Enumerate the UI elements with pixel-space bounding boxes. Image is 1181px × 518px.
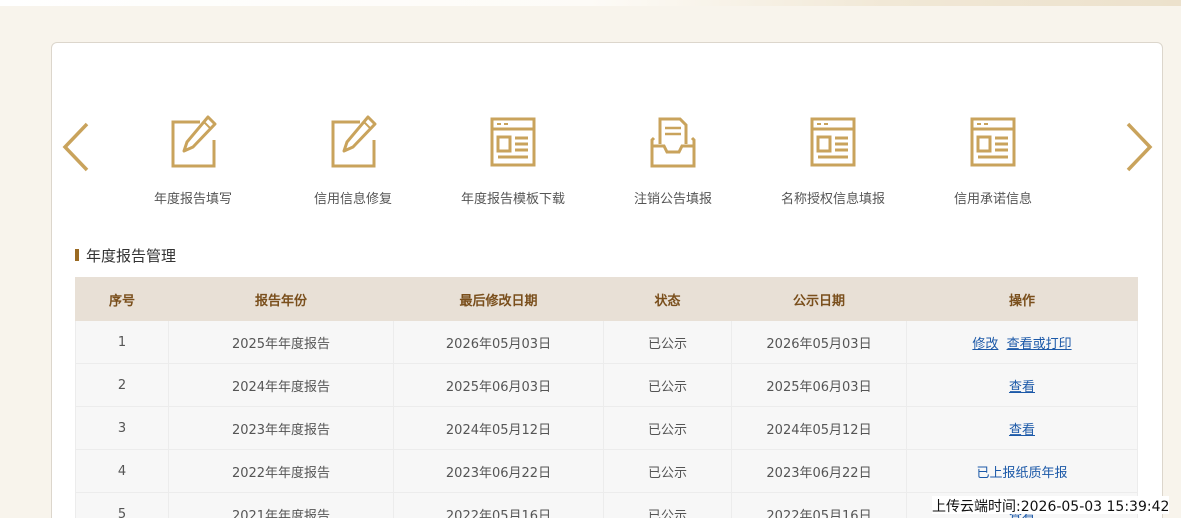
edit-document-icon [328,114,378,170]
feature-template-download[interactable]: 年度报告模板下载 [433,114,593,214]
feature-label: 年度报告填写 [153,192,232,207]
cell-status: 已公示 [603,363,732,407]
table-row: 4 2022年年度报告 2023年06月22日 已公示 2023年06月22日 … [75,449,1138,493]
cell-status: 已公示 [603,320,732,364]
feature-annual-report-fill[interactable]: 年度报告填写 [113,114,273,214]
column-header-published: 公示日期 [731,277,907,321]
upload-timestamp: 上传云端时间:2026-05-03 15:39:42 [932,496,1170,515]
view-link[interactable]: 查看 [1009,380,1035,395]
feature-name-authorization[interactable]: 名称授权信息填报 [753,114,913,214]
column-header-index: 序号 [75,277,169,321]
cell-actions: 已上报纸质年报 [906,449,1138,493]
feature-label: 注销公告填报 [633,192,712,207]
feature-credit-repair[interactable]: 信用信息修复 [273,114,433,214]
feature-label: 信用信息修复 [313,192,392,207]
section-heading: 年度报告管理 [75,245,176,265]
cell-year: 2024年年度报告 [168,363,394,407]
view-link[interactable]: 查看 [1009,423,1035,438]
feature-label: 信用承诺信息 [953,192,1032,207]
edit-link[interactable]: 修改 [972,337,998,352]
cell-actions: 查看 [906,363,1138,407]
table-row: 1 2025年年度报告 2026年05月03日 已公示 2026年05月03日 … [75,320,1138,364]
cell-year: 2022年年度报告 [168,449,394,493]
feature-label: 年度报告模板下载 [460,192,565,207]
column-header-status: 状态 [603,277,732,321]
cell-modified: 2026年05月03日 [393,320,604,364]
table-row: 2 2024年年度报告 2025年06月03日 已公示 2025年06月03日 … [75,363,1138,407]
section-title-text: 年度报告管理 [86,246,177,265]
template-window-icon [968,114,1018,170]
cell-year: 2025年年度报告 [168,320,394,364]
view-or-print-link[interactable]: 查看或打印 [1007,337,1072,352]
chevron-right-icon [1126,122,1153,172]
cell-index: 5 [75,492,169,518]
cell-published: 2023年06月22日 [731,449,907,493]
cell-actions: 修改 查看或打印 [906,320,1138,364]
cell-published: 2026年05月03日 [731,320,907,364]
carousel-next-button[interactable] [1124,120,1154,174]
heading-marker [75,249,79,261]
top-decor-strip [0,0,1181,6]
inbox-tray-icon [648,114,698,170]
feature-credit-commitment[interactable]: 信用承诺信息 [913,114,1073,214]
cell-index: 1 [75,320,169,364]
table-header-row: 序号 报告年份 最后修改日期 状态 公示日期 操作 [75,277,1138,321]
cell-status: 已公示 [603,492,732,518]
column-header-modified: 最后修改日期 [393,277,604,321]
template-window-icon [808,114,858,170]
column-header-year: 报告年份 [168,277,394,321]
cell-modified: 2023年06月22日 [393,449,604,493]
cell-published: 2024年05月12日 [731,406,907,450]
template-window-icon [488,114,538,170]
annual-report-table: 序号 报告年份 最后修改日期 状态 公示日期 操作 1 2025年年度报告 20… [75,277,1138,518]
paper-report-status: 已上报纸质年报 [976,465,1068,481]
cell-index: 4 [75,449,169,493]
column-header-actions: 操作 [906,277,1138,321]
feature-cancellation-notice[interactable]: 注销公告填报 [593,114,753,214]
cell-modified: 2024年05月12日 [393,406,604,450]
cell-index: 2 [75,363,169,407]
cell-published: 2022年05月16日 [731,492,907,518]
cell-actions: 查看 [906,406,1138,450]
cell-published: 2025年06月03日 [731,363,907,407]
cell-modified: 2025年06月03日 [393,363,604,407]
cell-modified: 2022年05月16日 [393,492,604,518]
cell-status: 已公示 [603,449,732,493]
carousel-prev-button[interactable] [61,120,91,174]
edit-document-icon [168,114,218,170]
feature-label: 名称授权信息填报 [780,192,885,207]
cell-year: 2023年年度报告 [168,406,394,450]
cell-index: 3 [75,406,169,450]
table-row: 3 2023年年度报告 2024年05月12日 已公示 2024年05月12日 … [75,406,1138,450]
cell-status: 已公示 [603,406,732,450]
chevron-left-icon [62,122,89,172]
cell-year: 2021年年度报告 [168,492,394,518]
